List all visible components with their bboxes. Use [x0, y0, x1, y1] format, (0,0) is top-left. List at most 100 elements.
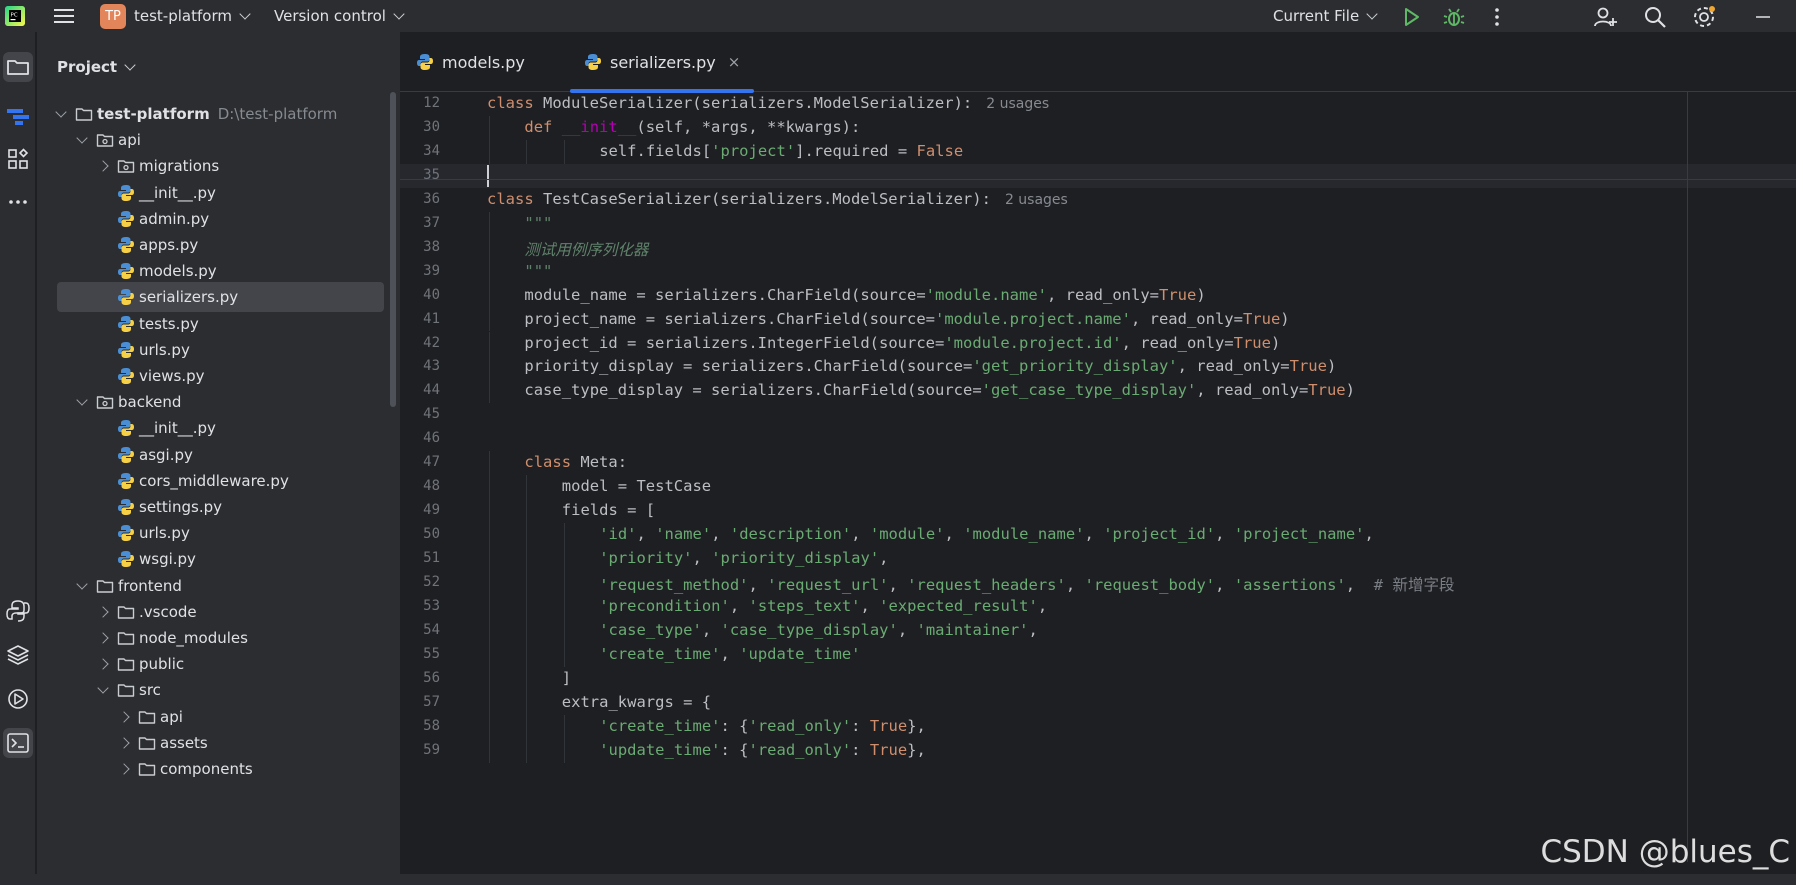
code-line[interactable]: 48 model = TestCase — [400, 475, 1796, 500]
line-number: 49 — [423, 502, 440, 519]
main-menu-icon[interactable] — [52, 5, 76, 27]
tree-item-label: serializers.py — [139, 288, 239, 307]
tree-item-text: apps.py — [139, 236, 198, 254]
code-line[interactable]: 50 'id', 'name', 'description', 'module',… — [400, 523, 1796, 548]
python-file-icon — [417, 54, 433, 70]
code-line[interactable]: 45 — [400, 403, 1796, 427]
code-token: 'assertions' — [1233, 576, 1346, 594]
debug-icon[interactable] — [1441, 4, 1467, 30]
layers-tool-icon[interactable] — [3, 640, 33, 670]
code-line[interactable]: 46 — [400, 427, 1796, 451]
usages-hint[interactable]: 2 usages — [1005, 192, 1068, 208]
code-text: module_name = serializers.CharField(sour… — [524, 286, 1205, 304]
project-tool-icon[interactable] — [3, 52, 33, 82]
project-badge[interactable]: TP — [100, 4, 126, 29]
chevron-right-icon[interactable] — [118, 710, 130, 723]
code-line[interactable]: 51 'priority', 'priority_display', — [400, 547, 1796, 571]
code-line[interactable]: 52 'request_method', 'request_url', 'requ… — [400, 571, 1796, 595]
indent-guide — [526, 547, 528, 571]
close-tab-icon[interactable]: × — [728, 53, 741, 71]
chevron-right-icon[interactable] — [97, 606, 109, 618]
code-line[interactable]: 37 """ — [400, 211, 1796, 236]
chevron-down-icon[interactable] — [97, 682, 109, 695]
tree-item-text: src — [139, 681, 161, 699]
code-text: 'priority', 'priority_display', — [599, 549, 888, 567]
code-line[interactable]: 53 'precondition', 'steps_text', 'expecte… — [400, 594, 1796, 619]
project-switcher[interactable]: test-platform — [134, 0, 251, 32]
indent-guide — [563, 642, 565, 667]
vcs-menu[interactable]: Version control — [274, 0, 405, 32]
code-line[interactable]: 34 self.fields['project'].required = Fals… — [400, 139, 1796, 164]
code-line[interactable]: 47 class Meta: — [400, 451, 1796, 476]
run-config-selector[interactable]: Current File — [1273, 0, 1378, 32]
code-line[interactable]: 39 """ — [400, 259, 1796, 284]
chevron-down-icon[interactable] — [76, 577, 88, 590]
code-editor[interactable]: 12 class ModuleSerializer(serializers.Mod… — [400, 92, 1796, 862]
more-tools-icon[interactable] — [3, 187, 33, 217]
more-actions-icon[interactable] — [1484, 4, 1510, 30]
structure-tool-icon[interactable] — [3, 102, 33, 132]
tree-item-text: wsgi.py — [139, 550, 196, 568]
tab-label: serializers.py — [610, 52, 716, 72]
code-line[interactable]: 35 — [400, 163, 1796, 188]
code-line[interactable]: 43 priority_display = serializers.CharFie… — [400, 355, 1796, 380]
code-token: , — [1037, 596, 1048, 615]
terminal-tool-icon[interactable] — [3, 728, 33, 758]
tree-item[interactable]: components — [37, 754, 400, 784]
chevron-down-icon[interactable] — [76, 132, 88, 144]
project-panel-header[interactable]: Project — [57, 58, 136, 76]
tab-serializers-py[interactable]: serializers.py × — [570, 32, 755, 93]
tree-item-label: migrations — [139, 157, 220, 176]
plugins-tool-icon[interactable] — [3, 144, 33, 174]
code-line[interactable]: 36 class TestCaseSerializer(serializers.M… — [400, 188, 1796, 212]
minimize-window-icon[interactable] — [1750, 4, 1776, 30]
chevron-right-icon[interactable] — [97, 658, 109, 670]
line-number: 47 — [423, 454, 440, 471]
horizontal-scrollbar[interactable] — [0, 874, 1796, 885]
code-line[interactable]: 49 fields = [ — [400, 499, 1796, 524]
python-console-icon[interactable] — [3, 596, 33, 626]
code-line[interactable]: 58 'create_time': {'read_only': True}, — [400, 714, 1796, 739]
services-tool-icon[interactable] — [3, 684, 33, 714]
code-line[interactable]: 30 def __init__(self, *args, **kwargs): — [400, 115, 1796, 140]
code-text: priority_display = serializers.CharField… — [524, 357, 1336, 375]
chevron-down-icon[interactable] — [55, 106, 67, 118]
indent-guide — [489, 211, 490, 236]
chevron-right-icon[interactable] — [97, 632, 109, 644]
usages-hint[interactable]: 2 usages — [986, 96, 1049, 112]
chevron-right-icon[interactable] — [118, 737, 130, 749]
search-icon[interactable] — [1642, 4, 1668, 30]
tree-item-text: urls.py — [139, 524, 190, 542]
code-line[interactable]: 59 'update_time': {'read_only': True}, — [400, 738, 1796, 763]
chevron-right-icon[interactable] — [97, 160, 109, 173]
code-text: 'precondition', 'steps_text', 'expected_… — [599, 597, 1047, 615]
tab-models-py[interactable]: models.py — [416, 32, 525, 92]
project-panel-scrollbar[interactable] — [390, 92, 396, 407]
code-line[interactable]: 38 测试用例序列化器 — [400, 235, 1796, 260]
indent-guide — [489, 714, 490, 739]
code-line[interactable]: 41 project_name = serializers.CharField(s… — [400, 307, 1796, 332]
pycharm-logo-icon[interactable]: PC — [2, 3, 28, 29]
code-token: 'precondition' — [599, 596, 730, 615]
chevron-right-icon[interactable] — [118, 763, 130, 775]
code-text: extra_kwargs = { — [562, 693, 711, 711]
add-user-icon[interactable] — [1592, 4, 1618, 30]
code-line[interactable]: 57 extra_kwargs = { — [400, 690, 1796, 715]
code-text: case_type_display = serializers.CharFiel… — [524, 381, 1355, 399]
code-line[interactable]: 56] — [400, 666, 1796, 691]
run-icon[interactable] — [1398, 4, 1424, 30]
line-number: 46 — [423, 430, 440, 447]
code-token: , — [888, 576, 908, 594]
code-line[interactable]: 42 project_id = serializers.IntegerField(… — [400, 331, 1796, 356]
code-line[interactable]: 44 case_type_display = serializers.CharFi… — [400, 379, 1796, 404]
code-line[interactable]: 12 class ModuleSerializer(serializers.Mod… — [400, 92, 1796, 116]
code-token: ) — [1280, 309, 1290, 328]
chevron-down-icon[interactable] — [76, 394, 88, 406]
code-line[interactable]: 55 'create_time', 'update_time' — [400, 642, 1796, 667]
code-line[interactable]: 54 'case_type', 'case_type_display', 'mai… — [400, 618, 1796, 643]
code-token: 'create_time' — [599, 716, 721, 735]
settings-gear-icon[interactable] — [1691, 4, 1717, 30]
code-line[interactable]: 40 module_name = serializers.CharField(so… — [400, 283, 1796, 308]
python-file-icon — [117, 184, 135, 202]
indent-guide — [526, 523, 528, 548]
